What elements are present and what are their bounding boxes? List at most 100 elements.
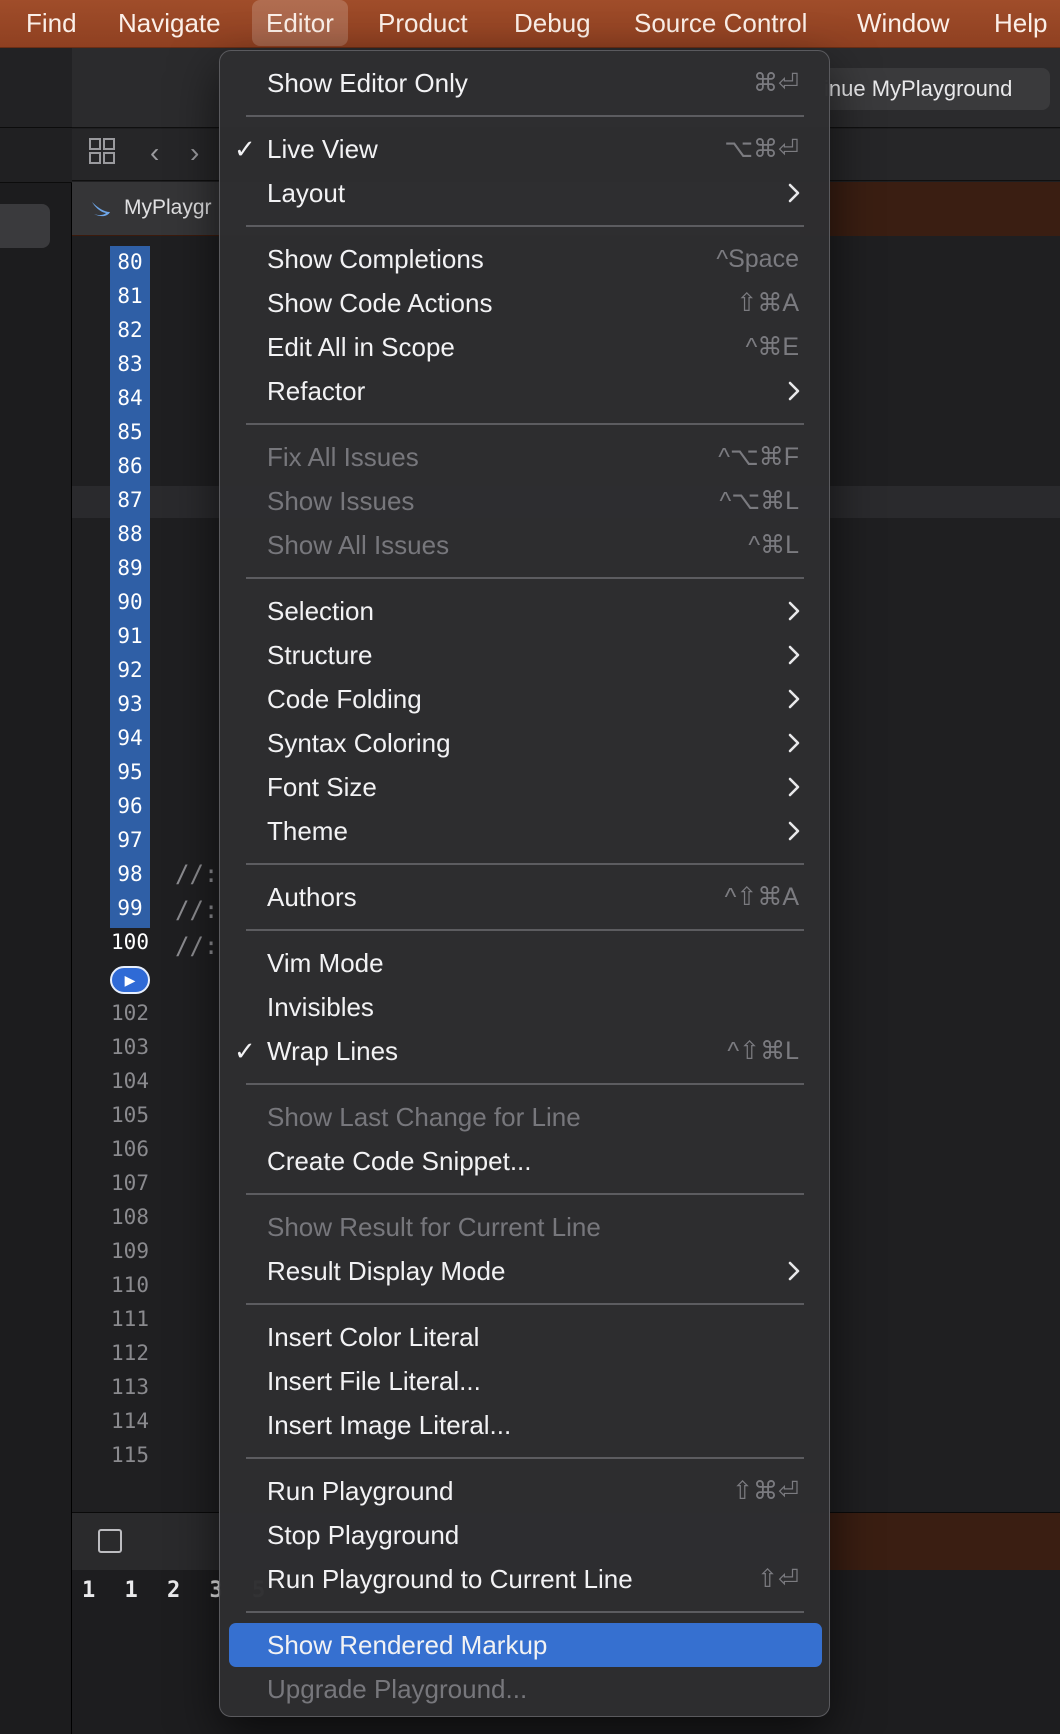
menu-item-layout[interactable]: Layout (220, 171, 831, 215)
menu-item-label: Layout (267, 177, 346, 208)
line-number: 91 (117, 624, 143, 648)
menu-item-wrap-lines[interactable]: ✓ Wrap Lines ^⇧⌘L (220, 1029, 831, 1073)
line-number: 93 (117, 692, 143, 716)
menubar: Find Navigate Editor Product Debug Sourc… (0, 0, 1060, 48)
menu-separator (246, 577, 804, 579)
menu-item-live-view[interactable]: ✓ Live View ⌥⌘⏎ (220, 127, 831, 171)
navigator-strip (0, 48, 72, 1734)
navigator-filter (0, 128, 72, 183)
forward-icon[interactable]: › (190, 137, 199, 169)
menu-item-shortcut: ⌘⏎ (753, 69, 799, 97)
menu-item-font-size[interactable]: Font Size (220, 765, 831, 809)
menu-item-create-code-snippet[interactable]: Create Code Snippet... (220, 1139, 831, 1183)
menu-item-syntax-coloring[interactable]: Syntax Coloring (220, 721, 831, 765)
line-number: 82 (117, 318, 143, 342)
menu-item-selection[interactable]: Selection (220, 589, 831, 633)
menu-item-label: Insert Color Literal (267, 1321, 480, 1352)
menu-item-label: Code Folding (267, 683, 422, 714)
line-number: 80 (117, 250, 143, 274)
menu-item-authors[interactable]: Authors ^⇧⌘A (220, 875, 831, 919)
chevron-right-icon (787, 809, 801, 853)
menu-item-shortcut: ⇧⌘⏎ (732, 1477, 799, 1505)
menu-item-show-completions[interactable]: Show Completions ^Space (220, 237, 831, 281)
menubar-find[interactable]: Find (12, 0, 91, 46)
menu-item-label: Result Display Mode (267, 1255, 506, 1286)
menu-item-vim-mode[interactable]: Vim Mode (220, 941, 831, 985)
menu-item-shortcut: ^⌘E (745, 333, 799, 361)
line-number: 102 (111, 1001, 149, 1025)
menu-item-shortcut: ⌥⌘⏎ (724, 135, 799, 163)
line-number: 81 (117, 284, 143, 308)
menu-item-label: Syntax Coloring (267, 727, 451, 758)
line-number: 84 (117, 386, 143, 410)
menubar-source-control[interactable]: Source Control (620, 0, 821, 46)
swift-file-icon (92, 202, 110, 217)
file-tab-label[interactable]: MyPlaygr (124, 196, 212, 220)
menu-item-edit-all-in-scope[interactable]: Edit All in Scope ^⌘E (220, 325, 831, 369)
menu-item-fix-all-issues: Fix All Issues ^⌥⌘F (220, 435, 831, 479)
menu-separator (246, 1457, 804, 1459)
line-number: 109 (111, 1239, 149, 1263)
menu-item-label: Show Editor Only (267, 67, 468, 98)
menu-item-label: Insert Image Literal... (267, 1409, 512, 1440)
chevron-right-icon (787, 589, 801, 633)
menu-item-shortcut: ^⇧⌘A (724, 883, 799, 911)
menu-item-insert-file-literal[interactable]: Insert File Literal... (220, 1359, 831, 1403)
line-number: 110 (111, 1273, 149, 1297)
line-number: 106 (111, 1137, 149, 1161)
menu-item-code-folding[interactable]: Code Folding (220, 677, 831, 721)
menu-item-label: Create Code Snippet... (267, 1145, 532, 1176)
line-number: 113 (111, 1375, 149, 1399)
menu-item-insert-image-literal[interactable]: Insert Image Literal... (220, 1403, 831, 1447)
line-number: 115 (111, 1443, 149, 1467)
menu-item-run-playground[interactable]: Run Playground ⇧⌘⏎ (220, 1469, 831, 1513)
back-icon[interactable]: ‹ (150, 137, 159, 169)
line-number: 97 (117, 828, 143, 852)
menu-item-label: Vim Mode (267, 947, 384, 978)
related-items-icon[interactable] (88, 137, 116, 172)
menu-item-insert-color-literal[interactable]: Insert Color Literal (220, 1315, 831, 1359)
menu-item-structure[interactable]: Structure (220, 633, 831, 677)
line-number: 92 (117, 658, 143, 682)
menu-item-show-code-actions[interactable]: Show Code Actions ⇧⌘A (220, 281, 831, 325)
line-number: 83 (117, 352, 143, 376)
menubar-product[interactable]: Product (364, 0, 482, 46)
menu-item-label: Show Rendered Markup (267, 1629, 548, 1660)
debug-area-toggle[interactable] (98, 1529, 122, 1553)
menubar-editor[interactable]: Editor (252, 0, 348, 46)
menu-item-shortcut: ⇧⌘A (736, 289, 799, 317)
menubar-window[interactable]: Window (843, 0, 963, 46)
menu-item-label: Font Size (267, 771, 377, 802)
line-number: 107 (111, 1171, 149, 1195)
menu-item-label: Invisibles (267, 991, 374, 1022)
menu-separator (246, 1611, 804, 1613)
menu-item-theme[interactable]: Theme (220, 809, 831, 853)
menu-item-show-all-issues: Show All Issues ^⌘L (220, 523, 831, 567)
menubar-navigate[interactable]: Navigate (104, 0, 235, 46)
menu-item-label: Structure (267, 639, 373, 670)
navigator-toolbar (0, 48, 72, 128)
menu-item-refactor[interactable]: Refactor (220, 369, 831, 413)
menu-item-show-rendered-markup[interactable]: Show Rendered Markup (229, 1623, 822, 1667)
menu-item-run-playground-to-current-line[interactable]: Run Playground to Current Line ⇧⏎ (220, 1557, 831, 1601)
menu-item-result-display-mode[interactable]: Result Display Mode (220, 1249, 831, 1293)
menu-item-shortcut: ⇧⏎ (757, 1565, 799, 1593)
line-number: 114 (111, 1409, 149, 1433)
menu-item-label: Live View (267, 133, 378, 164)
line-number: 103 (111, 1035, 149, 1059)
line-number: 85 (117, 420, 143, 444)
menu-item-stop-playground[interactable]: Stop Playground (220, 1513, 831, 1557)
menu-item-label: Run Playground to Current Line (267, 1563, 633, 1594)
menu-item-label: Show Result for Current Line (267, 1211, 601, 1242)
menu-item-label: Show Last Change for Line (267, 1101, 581, 1132)
menubar-help[interactable]: Help (980, 0, 1060, 46)
menu-item-label: Show All Issues (267, 529, 450, 560)
run-to-line-button[interactable]: ▶ (110, 966, 150, 994)
navigator-selection[interactable] (0, 204, 50, 248)
editor-menu: Show Editor Only ⌘⏎ ✓ Live View ⌥⌘⏎ Layout Sho… (219, 50, 830, 1717)
menu-item-label: Stop Playground (267, 1519, 460, 1550)
menu-item-label: Wrap Lines (267, 1035, 399, 1066)
menu-item-invisibles[interactable]: Invisibles (220, 985, 831, 1029)
menu-item-show-editor-only[interactable]: Show Editor Only ⌘⏎ (220, 61, 831, 105)
menubar-debug[interactable]: Debug (500, 0, 605, 46)
